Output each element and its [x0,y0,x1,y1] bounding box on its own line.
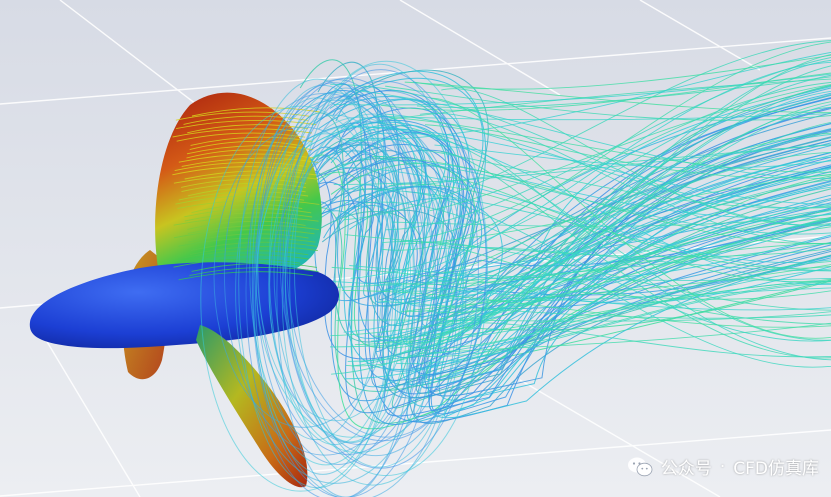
watermark-separator: · [719,456,726,477]
cfd-propeller-streamline-render [0,0,831,497]
watermark-platform: 公众号 [660,459,712,479]
watermark: 公众号 · CFD仿真库 [627,454,819,479]
wechat-icon [627,457,653,476]
watermark-account: CFD仿真库 [733,459,819,479]
